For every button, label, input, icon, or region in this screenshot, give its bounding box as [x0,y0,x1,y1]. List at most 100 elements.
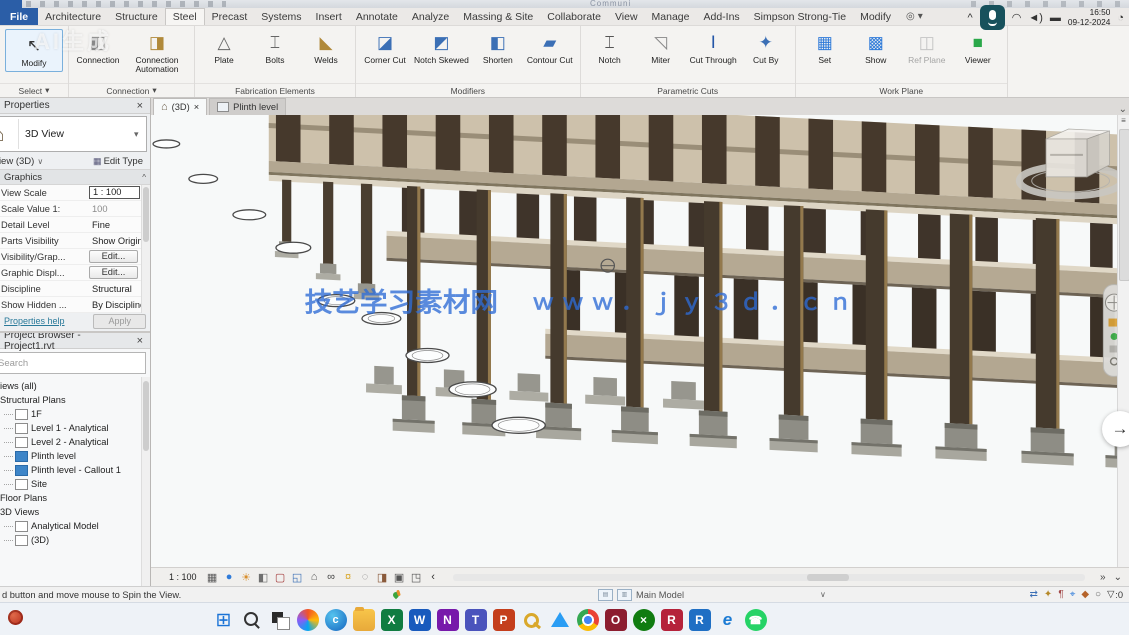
opera-icon[interactable]: O [605,609,627,631]
tree-item-plinth-level-callout-1[interactable]: Plinth level - Callout 1 [0,463,150,477]
collapse-icon[interactable]: ^ [142,173,146,182]
property-row-visibility-grap[interactable]: Visibility/Grap...Edit... [0,249,150,265]
plate-button[interactable]: △Plate [200,29,248,66]
selection-filter[interactable]: ▽:0 [1107,589,1123,600]
browser-search-input[interactable]: Search [0,352,146,374]
ribbon-tab-architecture[interactable]: Architecture [38,8,108,25]
microphone-button[interactable] [980,5,1005,30]
word-icon[interactable]: W [409,609,431,631]
ribbon-tab-view[interactable]: View [608,8,645,25]
file-explorer-icon[interactable] [353,609,375,631]
ribbon-tab-simpson-strong-tie[interactable]: Simpson Strong-Tie [747,8,853,25]
ribbon-tab-manage[interactable]: Manage [645,8,697,25]
active-design-option[interactable]: Main Model [636,590,786,600]
internet-explorer-icon[interactable]: e [717,609,739,631]
corner-cut-button[interactable]: ◪Corner Cut [361,29,409,66]
displaced-elements-icon[interactable]: ▣ [392,570,407,584]
scrollbar-menu-icon[interactable]: ≡ [1118,116,1129,125]
edit-type-button[interactable]: ▦ Edit Type [90,155,146,168]
tree-item-plinth-level[interactable]: Plinth level [0,449,150,463]
miter-button[interactable]: ◹Miter [637,29,685,66]
welds-button[interactable]: ◣Welds [302,29,350,66]
wifi-icon[interactable]: ◠ [1012,11,1022,24]
excel-icon[interactable]: X [381,609,403,631]
tray-chevron-icon[interactable]: ^ [968,12,973,24]
horizontal-scrollbar[interactable] [453,574,1086,581]
select-by-face-icon[interactable]: ⌖ [1070,589,1076,600]
type-selector[interactable]: ⌂ 3D View ▾ [0,116,147,152]
view-tab-3d[interactable]: ⌂(3D)× [153,98,207,115]
copilot-icon[interactable] [297,609,319,631]
chevron-down-icon[interactable]: ▾ [134,129,146,140]
shorten-button[interactable]: ◧Shorten [474,29,522,66]
revit-blue-icon[interactable]: R [689,609,711,631]
search-icon[interactable] [241,609,263,631]
ribbon-tab-modify[interactable]: Modify [853,8,898,25]
panel-title-connection[interactable]: Connection▾ [69,83,194,97]
property-row-detail-level[interactable]: Detail LevelFine [0,217,150,233]
storage-icon[interactable]: ▬ [1050,12,1061,24]
temporary-view-properties-icon[interactable]: ◨ [375,570,390,584]
ribbon-tab-precast[interactable]: Precast [205,8,255,25]
blue-app-icon[interactable]: c [325,609,347,631]
xbox-icon[interactable]: × [633,609,655,631]
ribbon-tab-collaborate[interactable]: Collaborate [540,8,608,25]
clock[interactable]: 16:5009-12-2024 [1068,8,1110,28]
onenote-icon[interactable]: N [437,609,459,631]
connection-button[interactable]: ◧Connection [74,29,122,66]
ribbon-tab-massing-site[interactable]: Massing & Site [456,8,540,25]
ribbon-tab-analyze[interactable]: Analyze [405,8,456,25]
worksets-icon[interactable]: ▤ [598,589,613,601]
ribbon-tab-annotate[interactable]: Annotate [349,8,405,25]
whatsapp-icon[interactable]: ☎ [745,609,767,631]
property-row-show-hidden[interactable]: Show Hidden ...By Discipline [0,297,150,313]
modify-button[interactable]: ↖Modify [5,29,63,72]
volume-icon[interactable]: ◄) [1028,12,1043,24]
tree-item-3d-views[interactable]: −3D Views [0,505,150,519]
tree-item-1f[interactable]: 1F [0,407,150,421]
chrome-icon[interactable] [577,609,599,631]
revit-red-icon[interactable]: R [661,609,683,631]
ribbon-tab-structure[interactable]: Structure [108,8,165,25]
start-icon[interactable]: ⊞ [213,609,235,631]
modify-panel-toggle[interactable]: ◎▾ [898,8,931,25]
press-drag-icon[interactable]: ○ [1095,589,1101,600]
tree-item-floor-plans[interactable]: +Floor Plans [0,491,150,505]
property-row-parts-visibility[interactable]: Parts VisibilityShow Original [0,233,150,249]
chevron-down-icon[interactable]: ▾ [918,11,923,22]
scale-grid-icon[interactable]: ▦ [205,570,220,584]
bolts-button[interactable]: ⌶Bolts [251,29,299,66]
browser-scrollbar[interactable] [141,377,150,586]
drag-on-selection-icon[interactable]: ◆ [1081,589,1089,600]
cut-through-button[interactable]: ⅠCut Through [688,29,739,66]
select-links-icon[interactable]: ⇄ [1030,589,1038,600]
select-underlay-icon[interactable]: ✦ [1044,589,1052,600]
property-value[interactable]: Edit... [89,250,138,263]
temporary-hide-isolate-icon[interactable]: ∞ [324,570,339,584]
design-options-icon[interactable]: ▥ [617,589,632,601]
teams-icon[interactable]: T [465,609,487,631]
tree-item-level-1-analytical[interactable]: Level 1 - Analytical [0,421,150,435]
property-value[interactable]: Edit... [89,266,138,279]
app-menu-corner[interactable] [0,0,22,8]
worksharing-display-icon[interactable]: ◌ [358,570,373,584]
ribbon-tab-file[interactable]: File [0,8,38,25]
chevron-down-icon[interactable]: ∨ [820,590,826,599]
sun-path-icon[interactable]: ☀ [239,570,254,584]
notch-skewed-button[interactable]: ◩Notch Skewed [412,29,471,66]
design-options-control[interactable]: ▤ ▥ Main Model ∨ [598,589,826,601]
tree-item-structural-plans[interactable]: −Structural Plans [0,393,150,407]
model-canvas[interactable]: 技艺学习素材网 ｗｗｗ．ｊｙ３ｄ．ｃｎ [151,115,1129,567]
cut-by-button[interactable]: ✦Cut By [742,29,790,66]
key-icon[interactable] [521,609,543,631]
panel-title-select[interactable]: Select▾ [0,83,68,97]
connection-automation-button[interactable]: ◨Connection Automation [125,29,189,75]
show-button[interactable]: ▩Show [852,29,900,66]
tree-item-site[interactable]: Site [0,477,150,491]
properties-help-link[interactable]: Properties help [0,316,65,326]
close-icon[interactable]: × [194,102,199,112]
chevron-down-icon[interactable]: ∨ [37,157,43,166]
tree-item-analytical-model[interactable]: Analytical Model [0,519,150,533]
tree-item-level-2-analytical[interactable]: Level 2 - Analytical [0,435,150,449]
instance-selector[interactable]: 3D View (3D) [0,156,34,167]
